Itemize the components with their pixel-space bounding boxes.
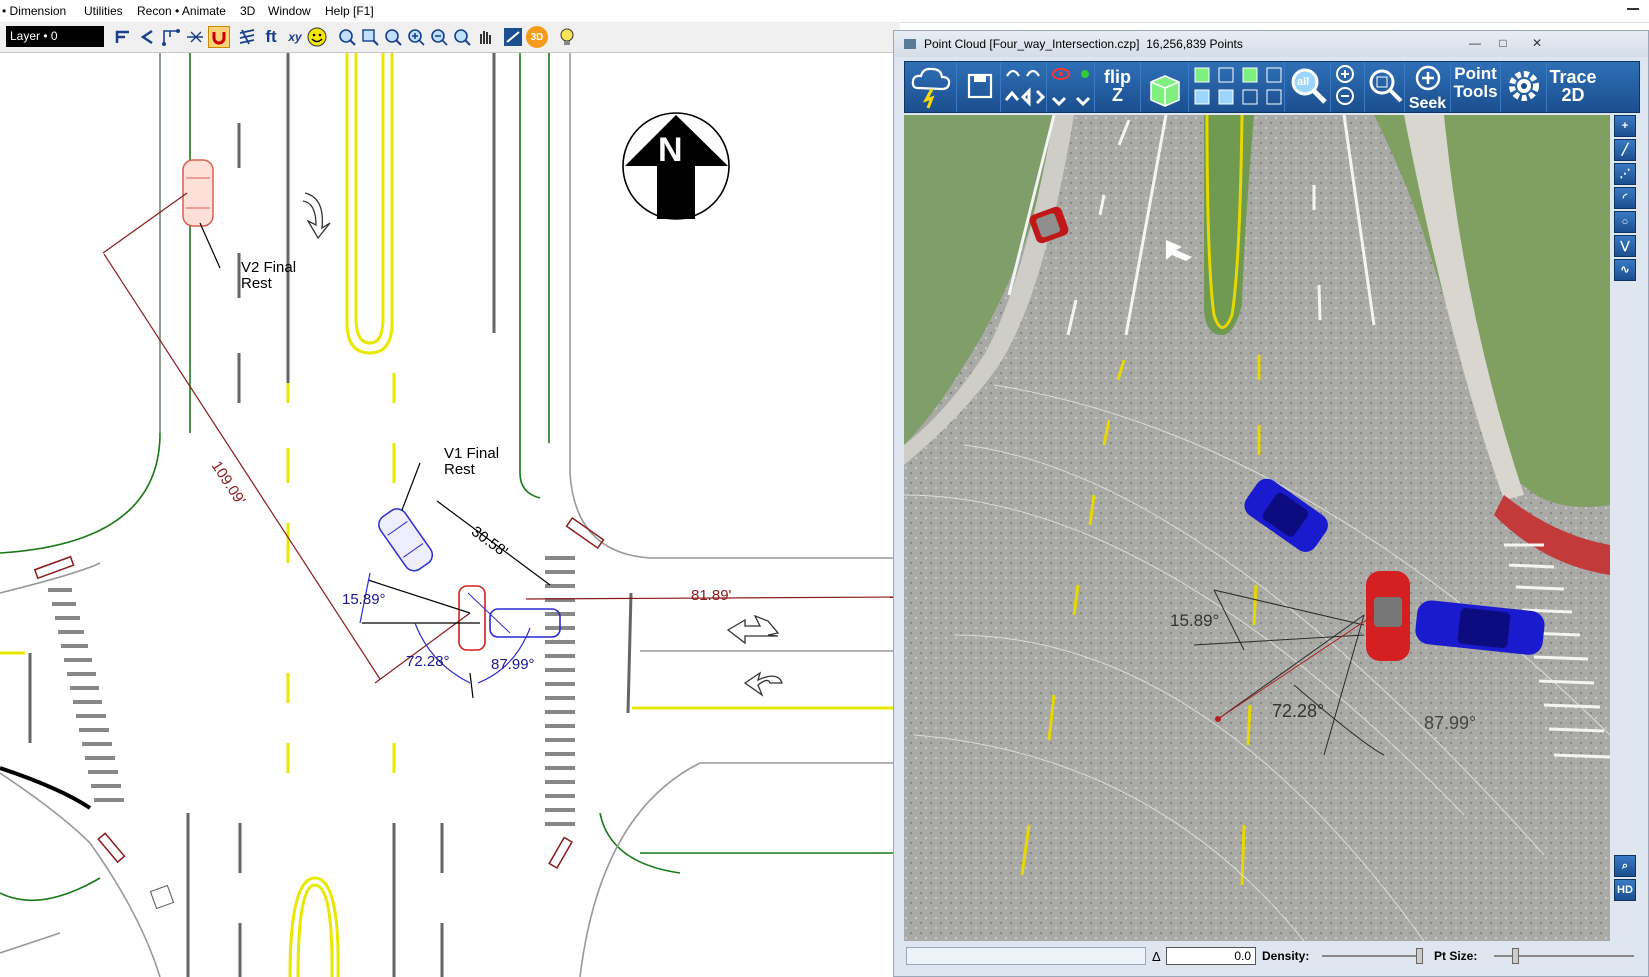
lightbulb-icon[interactable] <box>556 26 578 48</box>
window-app-icon <box>904 39 916 49</box>
settings-gear-icon[interactable] <box>1501 62 1547 112</box>
menu-help[interactable]: Help [F1] <box>325 4 374 18</box>
line-tool-icon[interactable] <box>112 26 134 48</box>
curve-tool-icon[interactable]: ◜ <box>1614 187 1636 209</box>
point-cloud-status-bar: Δ 0.0 Density: Pt Size: <box>904 943 1640 971</box>
intersection-drawing <box>0 53 900 977</box>
pt-size-label: Pt Size: <box>1434 949 1478 963</box>
trace-2d-button[interactable]: Trace 2D <box>1547 62 1599 112</box>
polyline-tool-icon[interactable] <box>160 26 182 48</box>
menu-utilities[interactable]: Utilities <box>84 4 123 18</box>
v1-final-rest-label: V1 Final Rest <box>444 445 500 478</box>
vertex-tool-icon[interactable]: ⋁ <box>1614 235 1636 257</box>
xy-coordinates-button[interactable]: xy <box>284 26 306 48</box>
pt-size-slider-thumb[interactable] <box>1512 948 1519 964</box>
pc-close-icon[interactable]: ✕ <box>1526 35 1548 52</box>
menu-recon-animate[interactable]: Recon • Animate <box>137 4 226 18</box>
magnet-icon[interactable] <box>208 26 230 48</box>
menu-dimension[interactable]: • Dimension <box>2 4 66 18</box>
zoom-all-button[interactable]: all <box>1285 62 1331 112</box>
seek-button[interactable]: Seek <box>1405 62 1451 112</box>
v2-final-rest-label: V2 Final Rest <box>241 259 297 292</box>
point-tools-button[interactable]: Point Tools <box>1451 62 1501 112</box>
pc-maximize-icon[interactable]: □ <box>1492 35 1514 52</box>
point-cloud-side-toolbar: + ╱ ⋰ ◜ ○ ⋁ ∿ ⌕ HD <box>1610 115 1640 941</box>
circle-tool-icon[interactable]: ○ <box>1614 211 1636 233</box>
render-icon[interactable] <box>502 26 524 48</box>
zoom-window-button-icon[interactable] <box>1365 62 1405 112</box>
feet-units-button[interactable]: ft <box>260 26 282 48</box>
smiley-icon[interactable] <box>306 26 328 48</box>
zoom-window-icon[interactable] <box>336 26 358 48</box>
zoom-out-icon[interactable] <box>428 26 450 48</box>
point-cloud-3d-view[interactable]: 15.89° 72.28° 87.99° <box>904 115 1610 941</box>
3d-view-button[interactable]: 3D <box>526 26 548 48</box>
dimension-81-label: 81.89' <box>691 587 732 604</box>
snap-tool-icon[interactable] <box>184 26 206 48</box>
spline-tool-icon[interactable]: ∿ <box>1614 259 1636 281</box>
density-label: Density: <box>1262 949 1310 963</box>
zoom-view-icon[interactable]: ⌕ <box>1614 855 1636 877</box>
status-field <box>906 947 1146 965</box>
view-cubes-icon[interactable] <box>1189 62 1285 112</box>
cube-view-icon[interactable] <box>1141 62 1189 112</box>
arc-tool-icon[interactable] <box>136 26 158 48</box>
point-cloud-toolbar: flip Z all Seek Point Tools Trace 2D <box>904 61 1640 113</box>
menu-3d[interactable]: 3D <box>240 4 255 18</box>
flip-z-button[interactable]: flip Z <box>1095 62 1141 112</box>
menu-window[interactable]: Window <box>268 4 311 18</box>
view-angle-72-label: 72.28° <box>1272 701 1325 721</box>
angle-87-label: 87.99° <box>491 656 535 673</box>
layers-icon[interactable] <box>236 26 258 48</box>
cloud-lightning-icon[interactable] <box>905 62 957 112</box>
angle-72-label: 72.28° <box>406 653 450 670</box>
zoom-all-icon[interactable] <box>382 26 404 48</box>
rotate-nudge-icons[interactable] <box>1001 62 1047 112</box>
v2-vehicle-outline <box>182 159 214 227</box>
measure-line-icon[interactable]: ╱ <box>1614 139 1636 161</box>
crosshair-tool-icon[interactable]: + <box>1614 115 1636 137</box>
zoom-extent-icon[interactable] <box>359 26 381 48</box>
cad-drawing-canvas[interactable]: V2 Final Rest V1 Final Rest N 109.09' 30… <box>0 53 900 977</box>
density-slider-thumb[interactable] <box>1416 948 1423 964</box>
point-cloud-scene <box>904 115 1610 941</box>
zoom-previous-icon[interactable] <box>451 26 473 48</box>
delta-input[interactable]: 0.0 <box>1166 947 1256 965</box>
north-arrow-letter: N <box>658 131 683 169</box>
view-angle-15-label: 15.89° <box>1170 611 1220 630</box>
point-cloud-title: Point Cloud [Four_way_Intersection.czp] … <box>924 37 1243 51</box>
pc-minimize-icon[interactable]: — <box>1464 35 1486 52</box>
delta-icon: Δ <box>1152 949 1161 964</box>
layer-selector[interactable]: Layer • 0 <box>6 26 104 47</box>
pan-hand-icon[interactable] <box>474 26 496 48</box>
view-angle-87-label: 87.99° <box>1424 713 1477 733</box>
zoom-in-out-icon[interactable] <box>1331 62 1365 112</box>
hd-toggle-button[interactable]: HD <box>1614 879 1636 901</box>
zoom-in-icon[interactable] <box>405 26 427 48</box>
polyline-measure-icon[interactable]: ⋰ <box>1614 163 1636 185</box>
point-cloud-title-bar[interactable]: Point Cloud [Four_way_Intersection.czp] … <box>894 31 1648 57</box>
save-icon[interactable] <box>957 62 1001 112</box>
main-minimize-button[interactable] <box>1609 0 1649 22</box>
menu-bar: • Dimension Utilities Recon • Animate 3D… <box>0 0 1649 23</box>
density-slider-track[interactable] <box>1322 955 1422 957</box>
angle-15-label: 15.89° <box>342 591 386 608</box>
main-toolbar: Layer • 0 ft xy 3D <box>0 22 900 53</box>
visibility-eye-icon[interactable] <box>1047 62 1095 112</box>
point-cloud-window[interactable]: Point Cloud [Four_way_Intersection.czp] … <box>893 30 1649 977</box>
